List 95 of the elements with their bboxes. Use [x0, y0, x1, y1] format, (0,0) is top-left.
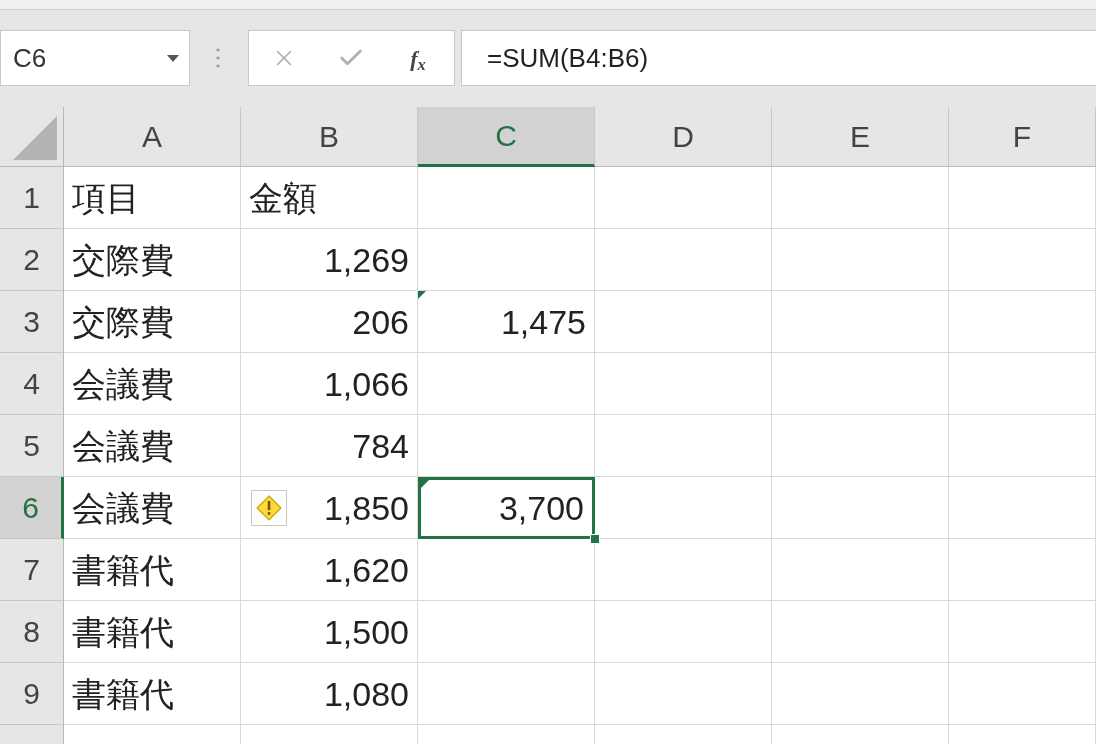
cell-text: 1,620: [323, 552, 409, 587]
triangle-icon: [13, 116, 57, 160]
table-cell[interactable]: 1,620: [241, 539, 418, 601]
table-cell[interactable]: [595, 415, 772, 477]
table-cell[interactable]: 会議費: [64, 477, 241, 539]
column-header[interactable]: B: [241, 107, 418, 167]
name-box[interactable]: C6: [0, 30, 190, 86]
table-cell[interactable]: [595, 601, 772, 663]
table-cell[interactable]: [949, 539, 1096, 601]
cell-text: 1,080: [323, 676, 409, 711]
fill-handle[interactable]: [590, 534, 600, 544]
table-cell[interactable]: 交際費: [64, 229, 241, 291]
cell-text: 1,500: [323, 614, 409, 649]
table-cell[interactable]: [772, 353, 949, 415]
table-cell[interactable]: 書籍代: [64, 663, 241, 725]
vertical-dots-icon[interactable]: [216, 48, 220, 68]
table-cell[interactable]: [418, 601, 595, 663]
table-cell[interactable]: [949, 229, 1096, 291]
column-header[interactable]: D: [595, 107, 772, 167]
table-cell[interactable]: [595, 229, 772, 291]
table-cell[interactable]: [772, 539, 949, 601]
table-cell[interactable]: [949, 167, 1096, 229]
column-header[interactable]: A: [64, 107, 241, 167]
column-header[interactable]: F: [949, 107, 1096, 167]
table-cell[interactable]: [595, 291, 772, 353]
cell-text: 会議費: [72, 366, 174, 401]
table-cell[interactable]: 1,080: [241, 663, 418, 725]
row-header[interactable]: 7: [0, 539, 64, 601]
table-cell[interactable]: [772, 291, 949, 353]
table-cell[interactable]: [418, 353, 595, 415]
column-header[interactable]: E: [772, 107, 949, 167]
table-cell[interactable]: [949, 477, 1096, 539]
row-header[interactable]: 8: [0, 601, 64, 663]
warning-icon[interactable]: [251, 490, 287, 526]
table-cell[interactable]: [949, 601, 1096, 663]
cell-text: 金額: [249, 180, 317, 215]
table-cell[interactable]: 会議費: [64, 353, 241, 415]
cell-text: 書籍代: [72, 614, 174, 649]
cell-text: 会議費: [72, 490, 174, 525]
table-cell[interactable]: 項目: [64, 167, 241, 229]
table-cell[interactable]: 書籍代: [64, 601, 241, 663]
table-cell[interactable]: [949, 353, 1096, 415]
table-cell[interactable]: 書籍代: [64, 539, 241, 601]
cell-text: 1,269: [323, 242, 409, 277]
table-cell[interactable]: [595, 353, 772, 415]
row-header[interactable]: 4: [0, 353, 64, 415]
cell-text: 1,850: [323, 490, 409, 525]
table-cell[interactable]: [949, 415, 1096, 477]
row-header[interactable]: 6: [0, 477, 64, 539]
cell-text: 交際費: [72, 242, 174, 277]
table-cell[interactable]: [949, 291, 1096, 353]
formula-input[interactable]: =SUM(B4:B6): [461, 30, 1096, 86]
cell-text: 書籍代: [72, 552, 174, 587]
row-header[interactable]: 5: [0, 415, 64, 477]
cell-text: 会議費: [72, 428, 174, 463]
table-cell[interactable]: [418, 229, 595, 291]
table-cell[interactable]: 1,475: [418, 291, 595, 353]
table-cell[interactable]: [949, 663, 1096, 725]
cell-text: 206: [352, 304, 409, 339]
table-cell[interactable]: [772, 167, 949, 229]
table-cell[interactable]: 金額: [241, 167, 418, 229]
table-cell[interactable]: [772, 601, 949, 663]
table-cell[interactable]: [418, 415, 595, 477]
table-cell[interactable]: [418, 663, 595, 725]
table-cell[interactable]: [595, 539, 772, 601]
cell-text: 書籍代: [72, 676, 174, 711]
cell-text: 1,475: [500, 304, 586, 339]
table-cell[interactable]: 1,850: [241, 477, 418, 539]
column-header[interactable]: C: [418, 107, 595, 167]
table-cell[interactable]: 206: [241, 291, 418, 353]
row-header[interactable]: 3: [0, 291, 64, 353]
table-cell[interactable]: [595, 663, 772, 725]
table-cell[interactable]: 784: [241, 415, 418, 477]
table-cell[interactable]: [772, 415, 949, 477]
table-cell[interactable]: [595, 167, 772, 229]
table-cell[interactable]: 1,500: [241, 601, 418, 663]
insert-function-button[interactable]: f$_{x}$: [397, 38, 439, 78]
table-cell[interactable]: [418, 167, 595, 229]
cell-text: 784: [352, 428, 409, 463]
table-cell[interactable]: 交際費: [64, 291, 241, 353]
select-all-button[interactable]: [0, 107, 64, 167]
table-cell[interactable]: 会議費: [64, 415, 241, 477]
row-header[interactable]: 2: [0, 229, 64, 291]
row-header[interactable]: 9: [0, 663, 64, 725]
cell-text: 1,066: [323, 366, 409, 401]
cell-text: 交際費: [72, 304, 174, 339]
cell-text: 項目: [72, 180, 140, 215]
cell-text: 3,700: [498, 491, 584, 525]
table-cell[interactable]: 1,269: [241, 229, 418, 291]
caret-icon: [167, 54, 179, 62]
table-cell[interactable]: 1,066: [241, 353, 418, 415]
table-cell[interactable]: [772, 229, 949, 291]
row-header[interactable]: 1: [0, 167, 64, 229]
table-cell[interactable]: [772, 663, 949, 725]
table-cell[interactable]: [772, 477, 949, 539]
